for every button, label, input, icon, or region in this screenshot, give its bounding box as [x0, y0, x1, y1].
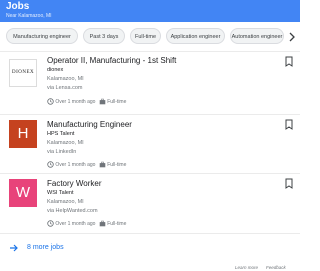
- more-jobs-link[interactable]: 8 more jobs: [0, 235, 300, 261]
- job-company: WSI Talent: [47, 190, 74, 196]
- logo-text: DIONEX: [12, 70, 35, 75]
- jobs-card: Jobs Near Kalamazoo, MI Manufacturing en…: [0, 0, 300, 261]
- bookmark-icon[interactable]: [285, 119, 293, 130]
- job-title[interactable]: Manufacturing Engineer: [47, 120, 132, 129]
- chip-automation-engineer[interactable]: Automation engineer: [230, 28, 284, 44]
- employment-type: Full-time: [107, 220, 127, 227]
- chip-label: Past 3 days: [89, 34, 119, 40]
- job-meta: Over 1 month ago Full-time: [47, 220, 126, 227]
- job-title[interactable]: Operator II, Manufacturing - 1st Shift: [47, 56, 176, 65]
- job-location: Kalamazoo, MI: [47, 199, 84, 205]
- chip-past-3-days[interactable]: Past 3 days: [83, 28, 125, 44]
- job-location: Kalamazoo, MI: [47, 140, 84, 146]
- company-logo: W: [9, 179, 37, 207]
- employment-type: Full-time: [107, 98, 127, 105]
- job-source: via HelpWanted.com: [47, 208, 98, 214]
- bookmark-icon[interactable]: [285, 56, 293, 67]
- chevron-right-icon[interactable]: [287, 32, 297, 42]
- job-meta: Over 1 month ago Full-time: [47, 161, 126, 168]
- learn-more-link[interactable]: Learn more: [235, 265, 258, 270]
- briefcase-icon: [99, 220, 106, 227]
- job-listing[interactable]: W Factory Worker WSI Talent Kalamazoo, M…: [0, 174, 300, 232]
- clock-icon: [47, 98, 54, 105]
- job-company: dionex: [47, 67, 64, 73]
- header-subtitle: Near Kalamazoo, MI: [6, 13, 52, 19]
- job-meta: Over 1 month ago Full-time: [47, 98, 126, 105]
- clock-icon: [47, 161, 54, 168]
- job-source: via Lensa.com: [47, 85, 83, 91]
- clock-icon: [47, 220, 54, 227]
- briefcase-icon: [99, 161, 106, 168]
- chip-application-engineer[interactable]: Application engineer: [166, 28, 225, 44]
- logo-letter: W: [15, 184, 31, 201]
- posted-time: Over 1 month ago: [55, 161, 96, 168]
- job-company: HPS Talent: [47, 131, 75, 137]
- job-source: via LinkedIn: [47, 149, 77, 155]
- job-title[interactable]: Factory Worker: [47, 179, 102, 188]
- header-title: Jobs: [6, 1, 30, 12]
- chip-full-time[interactable]: Full-time: [130, 28, 161, 44]
- job-location: Kalamazoo, MI: [47, 76, 84, 82]
- more-jobs-label: 8 more jobs: [27, 244, 64, 251]
- posted-time: Over 1 month ago: [55, 220, 96, 227]
- company-logo: DIONEX: [9, 59, 37, 87]
- chip-label: Application engineer: [170, 34, 221, 40]
- job-listing[interactable]: H Manufacturing Engineer HPS Talent Kala…: [0, 115, 300, 173]
- chip-manufacturing-engineer[interactable]: Manufacturing engineer: [6, 28, 78, 44]
- briefcase-icon: [99, 98, 106, 105]
- chip-label: Full-time: [134, 34, 157, 40]
- chip-label: Automation engineer: [231, 34, 283, 40]
- jobs-header[interactable]: Jobs Near Kalamazoo, MI: [0, 0, 300, 22]
- company-logo: H: [9, 120, 37, 148]
- chip-label: Manufacturing engineer: [13, 34, 71, 40]
- arrow-right-icon: [10, 244, 18, 252]
- job-listing[interactable]: DIONEX Operator II, Manufacturing - 1st …: [0, 52, 300, 114]
- filter-chips: Manufacturing engineer Past 3 days Full-…: [0, 28, 300, 48]
- feedback-link[interactable]: Feedback: [266, 265, 286, 270]
- employment-type: Full-time: [107, 161, 127, 168]
- divider: [0, 233, 300, 234]
- bookmark-icon[interactable]: [285, 178, 293, 189]
- logo-letter: H: [17, 125, 29, 142]
- posted-time: Over 1 month ago: [55, 98, 96, 105]
